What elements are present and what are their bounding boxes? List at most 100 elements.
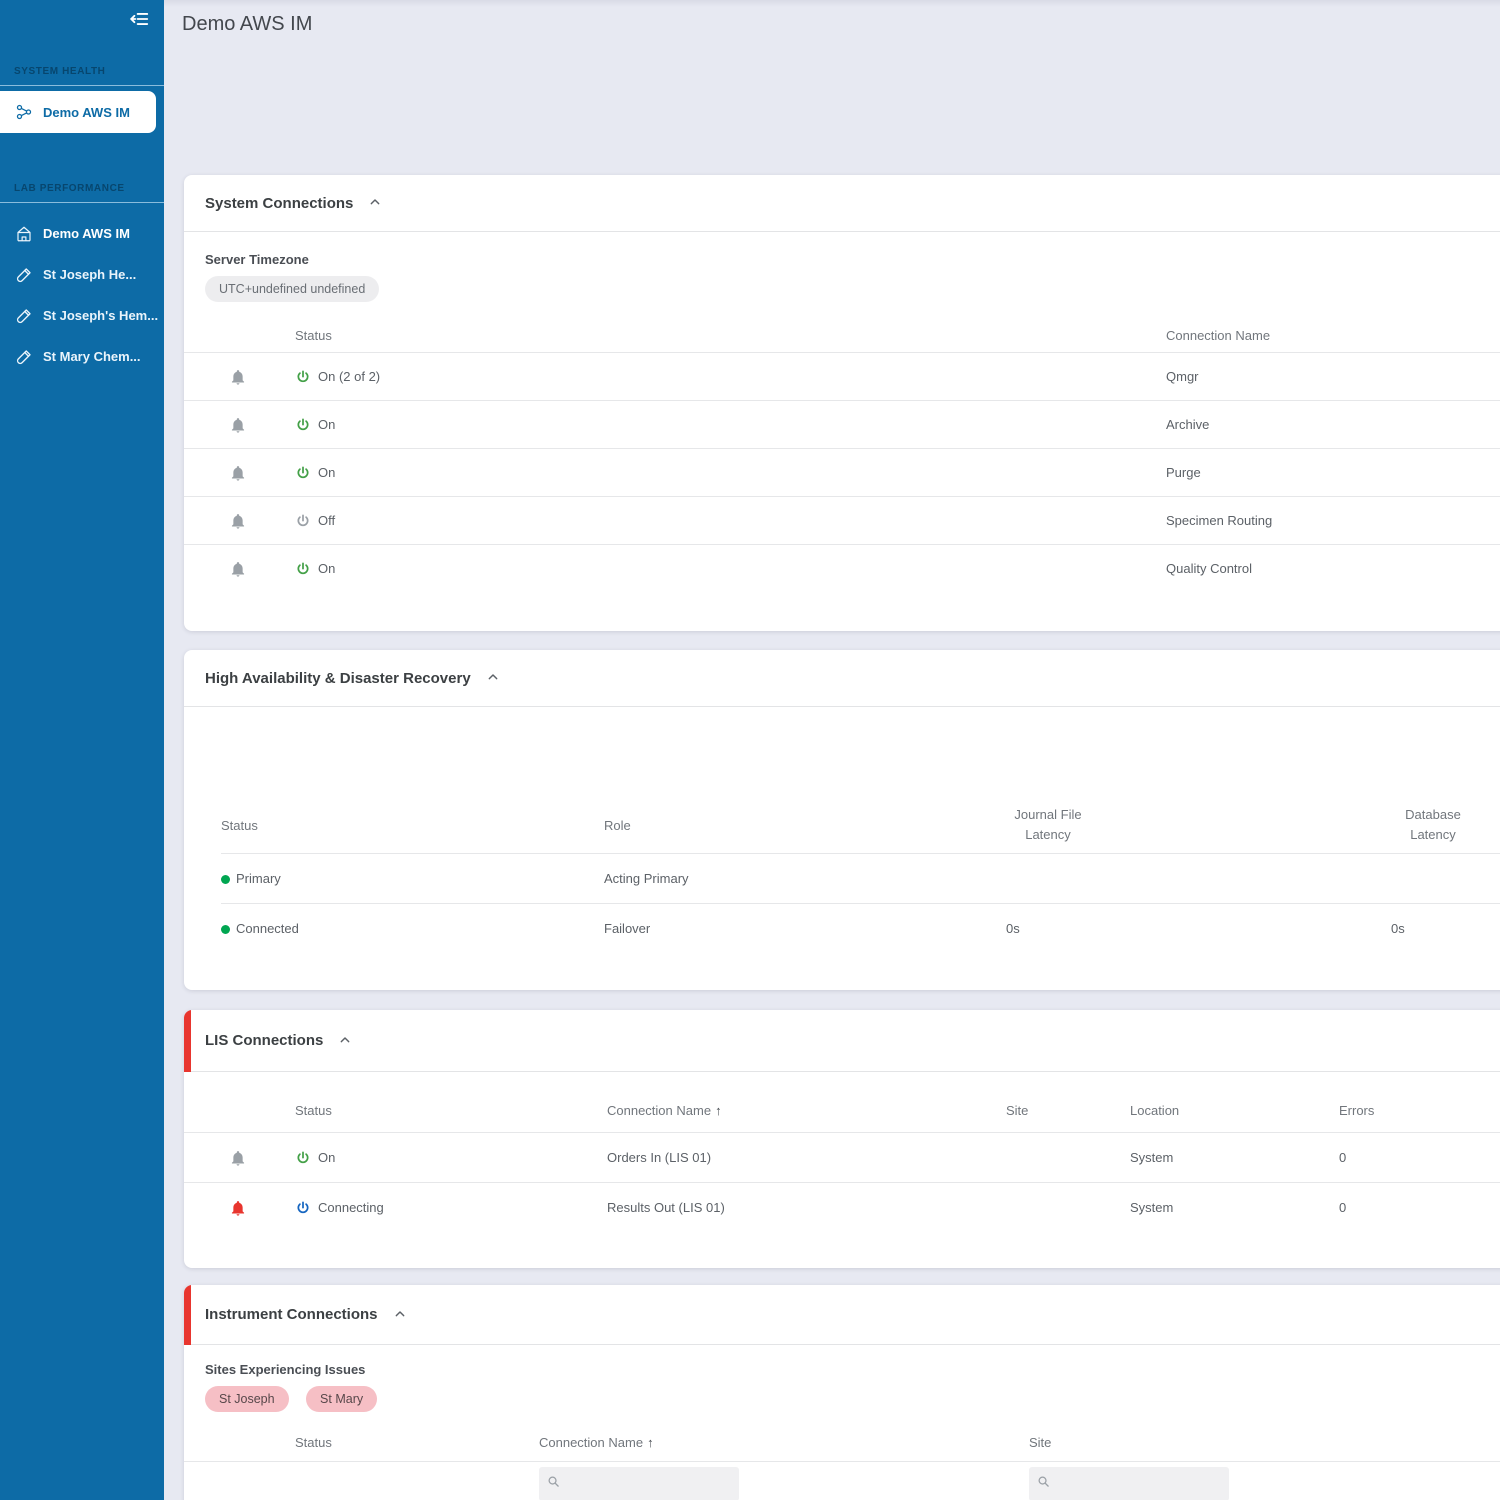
sidebar-item-demo-aws-im-health[interactable]: Demo AWS IM xyxy=(0,91,156,133)
ha-dr-panel: High Availability & Disaster Recovery St… xyxy=(184,650,1500,990)
status-text: On xyxy=(318,417,336,432)
panel-title: System Connections xyxy=(205,194,354,212)
power-on-icon xyxy=(295,1150,311,1166)
bell-icon[interactable] xyxy=(229,560,247,578)
connection-name: Results Out (LIS 01) xyxy=(607,1200,725,1215)
sidebar: SYSTEM HEALTH Demo AWS IM LAB PERFORMANC… xyxy=(0,0,164,1500)
bell-icon[interactable] xyxy=(229,512,247,530)
connection-name: Qmgr xyxy=(1166,369,1199,384)
column-header-journal-latency: Journal File Latency xyxy=(1014,806,1082,842)
status-text: On (2 of 2) xyxy=(318,369,381,384)
collapse-panel-button[interactable] xyxy=(485,669,503,687)
status-dot-green xyxy=(221,875,230,884)
connection-name: Specimen Routing xyxy=(1166,513,1273,528)
sidebar-item-label: Demo AWS IM xyxy=(43,226,130,241)
connection-name-filter-input[interactable] xyxy=(539,1467,739,1500)
sidebar-section-lab-performance: LAB PERFORMANCE xyxy=(14,183,125,194)
chevron-up-icon xyxy=(337,1032,355,1048)
column-header-errors: Errors xyxy=(1339,1102,1375,1118)
page-title: Demo AWS IM xyxy=(182,13,313,35)
table-row: On (2 of 2) Qmgr xyxy=(184,352,1500,400)
column-header-database-latency: Database Latency xyxy=(1405,806,1461,842)
status-text: On xyxy=(318,1150,336,1165)
collapse-panel-button[interactable] xyxy=(367,194,385,212)
column-header-connection-name[interactable]: Connection Name ↑ xyxy=(607,1103,1006,1118)
error-indicator-stripe xyxy=(184,1285,191,1345)
column-header-site: Site xyxy=(1029,1435,1052,1450)
sidebar-section-system-health: SYSTEM HEALTH xyxy=(14,66,106,77)
sort-ascending-icon: ↑ xyxy=(647,1435,654,1450)
role-text: Failover xyxy=(604,921,651,936)
search-icon xyxy=(1036,1474,1051,1494)
bell-alert-icon[interactable] xyxy=(229,1199,247,1217)
connection-name: Archive xyxy=(1166,417,1210,432)
site-issue-chip: St Mary xyxy=(306,1386,378,1412)
status-text: Off xyxy=(318,513,336,528)
status-text: Primary xyxy=(236,871,281,886)
table-row: On Archive xyxy=(184,400,1500,448)
connection-name: Quality Control xyxy=(1166,561,1252,576)
table-row: Connecting Results Out (LIS 01) System 0 xyxy=(184,1182,1500,1232)
search-icon xyxy=(546,1474,561,1494)
server-timezone-label: Server Timezone xyxy=(205,252,309,267)
status-text: On xyxy=(318,465,336,480)
bell-icon[interactable] xyxy=(229,416,247,434)
table-row: Off Specimen Routing xyxy=(184,496,1500,544)
chevron-up-icon xyxy=(485,669,503,685)
instrument-connections-panel: Instrument Connections Sites Experiencin… xyxy=(184,1285,1500,1500)
column-header-status: Status xyxy=(295,1435,332,1450)
connection-name: Orders In (LIS 01) xyxy=(607,1150,712,1165)
errors-value: 0 xyxy=(1339,1200,1347,1215)
column-header-status: Status xyxy=(295,1102,332,1118)
column-header-connection-name: Connection Name xyxy=(1166,327,1271,343)
sidebar-item-label: St Joseph He... xyxy=(43,267,137,282)
column-header-connection-name[interactable]: Connection Name ↑ xyxy=(539,1435,1029,1450)
location-value: System xyxy=(1130,1150,1174,1165)
power-on-icon xyxy=(295,561,311,577)
status-dot-green xyxy=(221,925,230,934)
site-issue-chip: St Joseph xyxy=(205,1386,289,1412)
collapse-panel-button[interactable] xyxy=(392,1306,410,1324)
site-filter-input[interactable] xyxy=(1029,1467,1229,1500)
table-row: On Orders In (LIS 01) System 0 xyxy=(184,1132,1500,1182)
location-value: System xyxy=(1130,1200,1174,1215)
bell-icon[interactable] xyxy=(229,368,247,386)
test-tube-icon xyxy=(15,266,33,284)
power-connecting-icon xyxy=(295,1200,311,1216)
power-on-icon xyxy=(295,417,311,433)
main-content: Demo AWS IM System Connections Server Ti… xyxy=(164,0,1500,1500)
column-header-site: Site xyxy=(1006,1102,1029,1118)
sidebar-item-st-mary-chem[interactable]: St Mary Chem... xyxy=(0,336,164,377)
sidebar-item-label: St Mary Chem... xyxy=(43,349,141,364)
sidebar-item-st-josephs-hem[interactable]: St Joseph's Hem... xyxy=(0,295,164,336)
building-icon xyxy=(15,225,33,243)
column-header-role: Role xyxy=(604,817,631,833)
status-text: On xyxy=(318,561,336,576)
status-text: Connecting xyxy=(318,1200,384,1215)
column-header-status: Status xyxy=(221,817,258,833)
bell-icon[interactable] xyxy=(229,1149,247,1167)
database-latency-value: 0s xyxy=(1391,921,1405,936)
table-row: On Quality Control xyxy=(184,544,1500,592)
status-text: Connected xyxy=(236,921,299,936)
server-timezone-chip: UTC+undefined undefined xyxy=(205,276,380,302)
test-tube-icon xyxy=(15,348,33,366)
power-on-icon xyxy=(295,369,311,385)
sidebar-item-demo-aws-im-lab[interactable]: Demo AWS IM xyxy=(0,213,164,254)
sidebar-item-label: St Joseph's Hem... xyxy=(43,308,159,323)
column-header-location: Location xyxy=(1130,1102,1180,1118)
errors-value: 0 xyxy=(1339,1150,1347,1165)
chevron-up-icon xyxy=(392,1306,410,1322)
role-text: Acting Primary xyxy=(604,871,689,886)
journal-latency-value: 0s xyxy=(1006,921,1020,936)
collapse-sidebar-button[interactable] xyxy=(126,8,152,34)
chevron-up-icon xyxy=(367,194,385,210)
sidebar-item-st-joseph-he[interactable]: St Joseph He... xyxy=(0,254,164,295)
panel-title: LIS Connections xyxy=(205,1032,324,1049)
connection-name: Purge xyxy=(1166,465,1201,480)
collapse-panel-button[interactable] xyxy=(337,1032,355,1050)
bell-icon[interactable] xyxy=(229,464,247,482)
error-indicator-stripe xyxy=(184,1010,191,1072)
power-off-icon xyxy=(295,513,311,529)
table-row: On Purge xyxy=(184,448,1500,496)
